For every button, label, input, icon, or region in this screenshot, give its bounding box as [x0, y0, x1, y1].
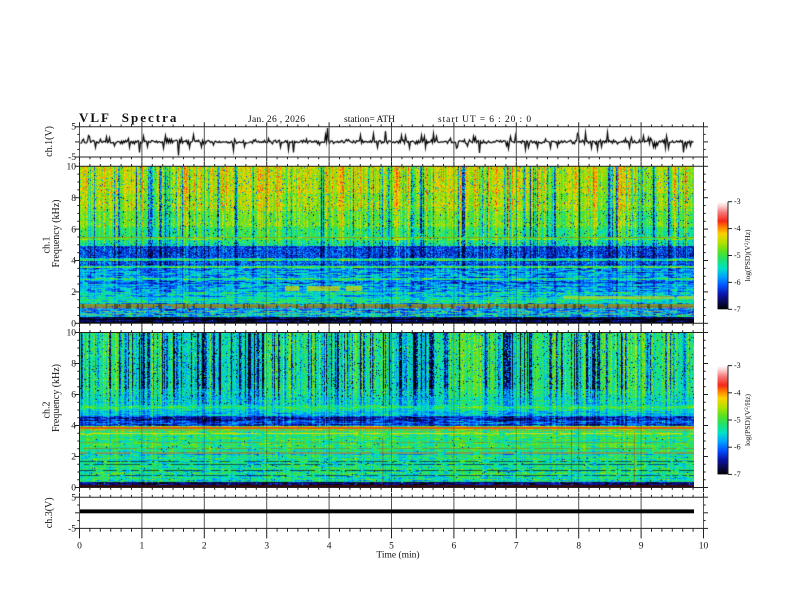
- svg-text:0: 0: [71, 484, 76, 494]
- svg-text:2: 2: [71, 288, 76, 298]
- svg-text:-6: -6: [734, 443, 741, 452]
- svg-text:-3: -3: [734, 197, 741, 206]
- svg-text:-4: -4: [734, 224, 741, 233]
- svg-text:2: 2: [71, 453, 76, 463]
- svg-text:5: 5: [71, 123, 76, 133]
- svg-text:4: 4: [327, 541, 332, 551]
- svg-text:6: 6: [71, 391, 76, 401]
- svg-text:-5: -5: [734, 251, 741, 260]
- svg-text:Jan. 26 , 2026: Jan. 26 , 2026: [248, 115, 305, 125]
- svg-text:Frequency (kHz): Frequency (kHz): [51, 199, 62, 267]
- svg-text:-5: -5: [734, 416, 741, 425]
- svg-text:10: 10: [67, 163, 77, 173]
- svg-text:ch.1(V): ch.1(V): [44, 126, 55, 157]
- svg-text:2: 2: [202, 541, 207, 551]
- svg-text:4: 4: [71, 257, 76, 267]
- svg-text:0: 0: [77, 541, 82, 551]
- svg-text:6: 6: [452, 541, 457, 551]
- svg-text:-3: -3: [734, 361, 741, 370]
- svg-text:7: 7: [514, 541, 519, 551]
- svg-text:start UT = 6 : 20 : 0: start UT = 6 : 20 : 0: [438, 115, 532, 125]
- svg-text:log(PSD)(V2/Hz): log(PSD)(V2/Hz): [743, 393, 752, 446]
- svg-text:-6: -6: [734, 278, 741, 287]
- svg-text:-7: -7: [734, 305, 741, 314]
- svg-text:9: 9: [639, 541, 644, 551]
- svg-text:-7: -7: [734, 470, 741, 479]
- svg-text:4: 4: [71, 422, 76, 432]
- svg-text:log(PSD)(V2/Hz): log(PSD)(V2/Hz): [743, 229, 752, 282]
- svg-text:-4: -4: [734, 388, 741, 397]
- svg-text:8: 8: [576, 541, 581, 551]
- svg-text:-5: -5: [68, 525, 76, 535]
- svg-text:ch.3(V): ch.3(V): [44, 497, 55, 528]
- svg-text:station= ATH: station= ATH: [344, 115, 395, 125]
- svg-text:1: 1: [140, 541, 145, 551]
- svg-text:6: 6: [71, 225, 76, 235]
- svg-text:10: 10: [67, 329, 77, 339]
- svg-text:3: 3: [264, 541, 269, 551]
- svg-text:Time (min): Time (min): [376, 550, 419, 561]
- svg-text:Frequency (kHz): Frequency (kHz): [51, 364, 62, 432]
- svg-text:5: 5: [71, 493, 76, 503]
- svg-text:8: 8: [71, 360, 76, 370]
- svg-text:VLF Spectra: VLF Spectra: [79, 110, 178, 125]
- svg-text:10: 10: [699, 541, 709, 551]
- svg-text:8: 8: [71, 194, 76, 204]
